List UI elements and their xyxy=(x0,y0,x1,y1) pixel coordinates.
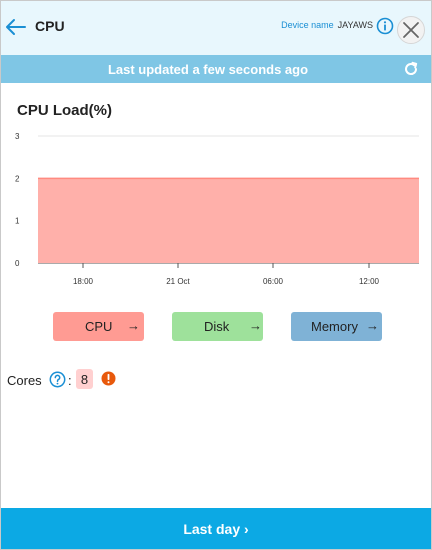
arrow-right-icon: → xyxy=(127,318,140,333)
info-icon[interactable] xyxy=(376,17,394,35)
device-name-value: JAYAWS xyxy=(337,20,373,30)
arrow-right-icon: → xyxy=(249,318,262,333)
refresh-icon[interactable] xyxy=(403,61,419,77)
x-tick-label: 12:00 xyxy=(359,277,380,286)
memory-button[interactable]: Memory → xyxy=(291,312,382,341)
warning-icon[interactable] xyxy=(101,371,116,386)
x-tick-label: 21 Oct xyxy=(166,277,190,286)
cpu-panel: CPU Device name JAYAWS Last updated a few… xyxy=(0,0,432,550)
cpu-button[interactable]: CPU → xyxy=(53,312,144,341)
cores-label: Cores xyxy=(7,373,42,388)
cpu-load-chart: 0 1 2 3 18:00 21 Oct 06:00 12:00 xyxy=(15,132,419,286)
y-tick-label: 0 xyxy=(15,259,20,268)
last-day-button[interactable]: Last day › xyxy=(1,508,431,549)
close-icon[interactable] xyxy=(397,16,425,44)
disk-button[interactable]: Disk → xyxy=(172,312,263,341)
cores-count-badge: 8 xyxy=(76,369,93,389)
y-tick-label: 2 xyxy=(15,174,20,183)
cpu-button-label: CPU xyxy=(85,319,113,334)
device-name-label: Device name xyxy=(281,20,334,30)
header: CPU Device name JAYAWS xyxy=(1,1,431,55)
cpu-load-area xyxy=(38,178,419,263)
device-name: Device name JAYAWS xyxy=(281,20,373,30)
last-updated-text: Last updated a few seconds ago xyxy=(107,62,309,77)
cores-colon: : xyxy=(68,373,72,388)
y-tick-label: 1 xyxy=(15,217,20,226)
x-tick-label: 06:00 xyxy=(263,277,284,286)
last-day-label: Last day › xyxy=(183,521,249,537)
x-tick-label: 18:00 xyxy=(73,277,94,286)
arrow-left-icon[interactable] xyxy=(5,16,27,38)
y-tick-label: 3 xyxy=(15,132,20,141)
page-title: CPU xyxy=(35,18,65,34)
memory-button-label: Memory xyxy=(311,319,358,334)
arrow-right-icon: → xyxy=(366,318,379,333)
disk-button-label: Disk xyxy=(204,319,230,334)
help-icon[interactable] xyxy=(49,371,66,388)
chart-title: CPU Load(%) xyxy=(17,102,112,119)
status-bar: Last updated a few seconds ago xyxy=(1,55,431,83)
